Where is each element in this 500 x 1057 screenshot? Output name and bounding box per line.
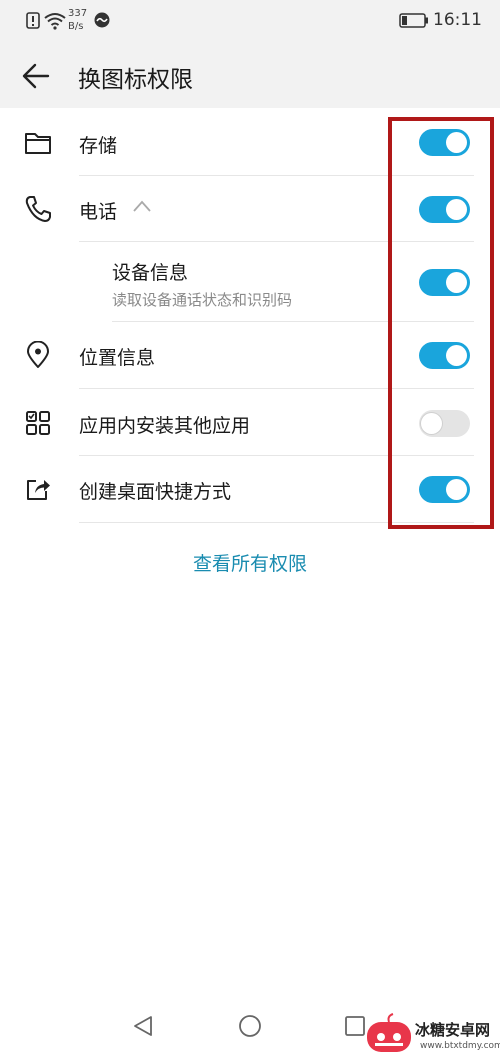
permission-description: 读取设备通话状态和识别码 (112, 291, 293, 309)
permission-label: 应用内安装其他应用 (79, 415, 251, 437)
location-pin-icon (27, 341, 49, 368)
app-header: 换图标权限 (0, 44, 500, 108)
highlight-box (388, 117, 494, 529)
page-title: 换图标权限 (78, 67, 193, 93)
permission-label: 电话 (79, 201, 118, 223)
nav-home-icon[interactable] (238, 1014, 262, 1038)
permission-label: 创建桌面快捷方式 (79, 481, 232, 503)
watermark-url: www.btxtdmy.com (420, 1041, 500, 1051)
clock: 16:11 (433, 10, 482, 30)
status-bar: 337 B/s 16:11 (0, 0, 500, 44)
permission-label: 设备信息 (112, 262, 189, 284)
wifi-icon (44, 13, 66, 30)
chevron-up-icon[interactable] (132, 199, 152, 213)
speed-unit: B/s (68, 21, 84, 32)
permission-label: 位置信息 (79, 347, 156, 369)
permission-label: 存储 (79, 135, 118, 157)
watermark-name: 冰糖安卓网 (415, 1021, 491, 1039)
apps-grid-icon (26, 411, 50, 435)
network-speed: 337 B/s (68, 7, 87, 33)
back-arrow-icon[interactable] (18, 58, 54, 94)
phone-icon (25, 196, 51, 222)
folder-icon (25, 133, 51, 154)
alert-icon (26, 12, 40, 29)
speed-value: 337 (68, 8, 88, 19)
share-shortcut-icon (27, 480, 50, 500)
nav-back-icon[interactable] (132, 1014, 154, 1038)
view-all-permissions-link[interactable]: 查看所有权限 (0, 549, 500, 576)
vpn-icon (94, 12, 110, 28)
battery-icon (399, 13, 428, 28)
